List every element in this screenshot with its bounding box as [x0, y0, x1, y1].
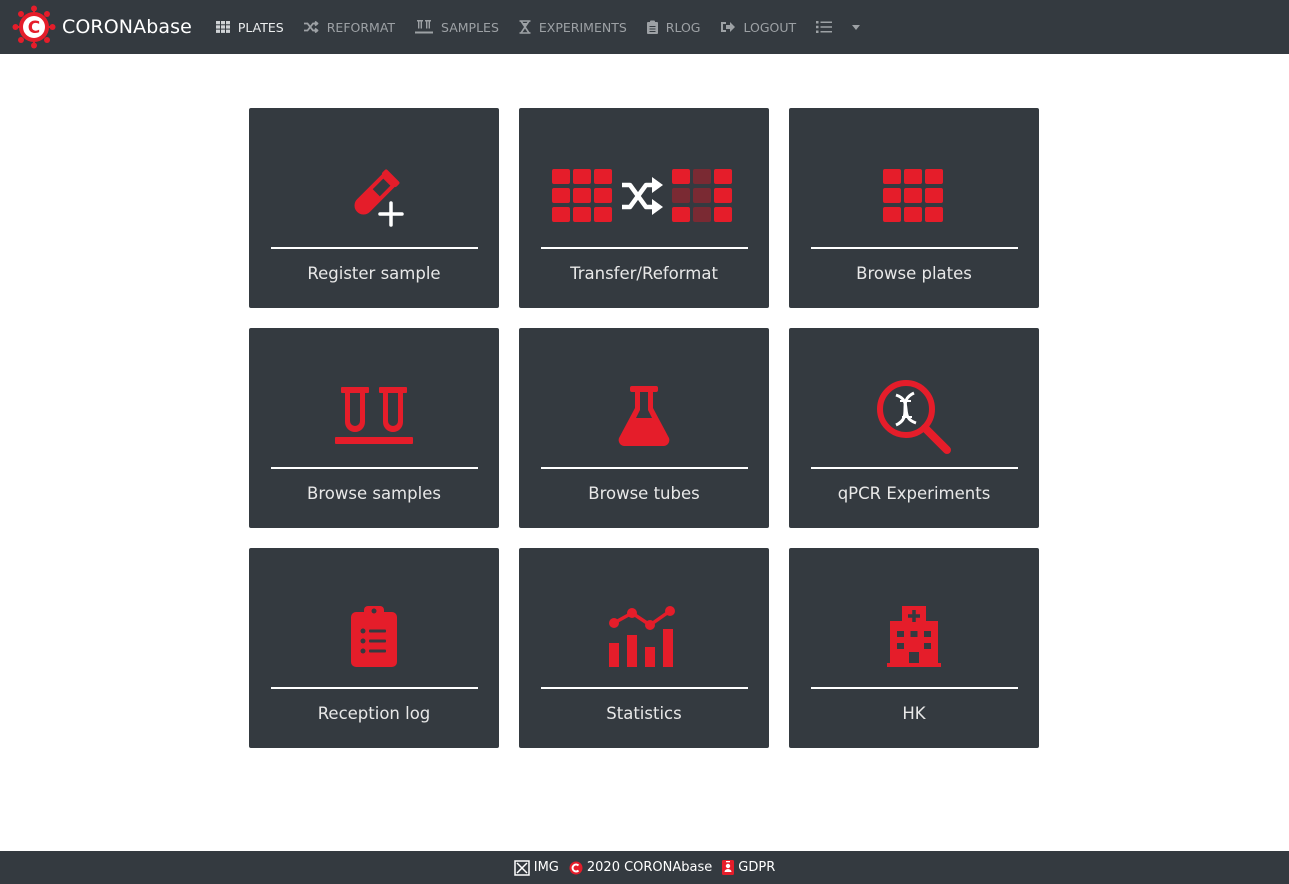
- card-label: Register sample: [307, 264, 441, 283]
- card-browse-plates[interactable]: Browse plates: [789, 108, 1039, 308]
- grid-icon: [215, 21, 230, 33]
- card-divider: [271, 467, 478, 469]
- nav-plates[interactable]: PLATES: [215, 19, 284, 35]
- dashboard-grid: Register sample Transfer/Reformat Browse…: [249, 108, 1039, 748]
- clipboard-icon: [646, 20, 658, 34]
- card-label: qPCR Experiments: [837, 484, 991, 503]
- card-label: Transfer/Reformat: [570, 264, 718, 283]
- clipboard-list-icon: [351, 606, 397, 667]
- list-icon: [816, 21, 833, 33]
- shuffle-icon: [303, 21, 319, 33]
- nav-logout-label: LOGOUT: [743, 19, 797, 35]
- chevron-down-icon: [852, 24, 861, 30]
- brand-name: CORONAbase: [62, 16, 192, 38]
- nav-samples[interactable]: SAMPLES: [415, 20, 499, 35]
- sign-out-icon: [720, 22, 735, 32]
- footer-img-link[interactable]: IMG: [514, 859, 559, 876]
- card-divider: [541, 247, 748, 249]
- card-label: Browse plates: [856, 264, 972, 283]
- tubes-rack-icon: [335, 387, 413, 444]
- footer-gdpr-label: GDPR: [738, 860, 776, 875]
- card-divider: [541, 467, 748, 469]
- nav-logout[interactable]: LOGOUT: [720, 19, 797, 35]
- footer-gdpr-link[interactable]: GDPR: [722, 860, 775, 875]
- tubes-icon: [415, 20, 434, 34]
- bar-line-chart-icon: [609, 606, 675, 667]
- footer-img-label: IMG: [533, 860, 559, 875]
- nav-rlog-label: RLOG: [665, 19, 701, 35]
- virus-logo-small-icon: [569, 861, 583, 874]
- card-register-sample[interactable]: Register sample: [249, 108, 499, 308]
- dna-search-icon: [877, 380, 951, 454]
- hospital-icon: [887, 606, 941, 667]
- card-divider: [271, 247, 478, 249]
- hourglass-icon: [519, 20, 531, 34]
- card-label: Reception log: [317, 704, 431, 723]
- card-label: Browse tubes: [588, 484, 700, 503]
- nav-reformat-label: REFORMAT: [326, 19, 396, 35]
- nav-samples-label: SAMPLES: [441, 19, 499, 35]
- nav-experiments[interactable]: EXPERIMENTS: [519, 20, 627, 35]
- card-statistics[interactable]: Statistics: [519, 548, 769, 748]
- footer: IMG 2020 CORONAbase GDPR: [0, 851, 1289, 884]
- brand-link[interactable]: C CORONAbase: [12, 5, 192, 49]
- card-divider: [811, 687, 1018, 689]
- img-logo-icon: [514, 859, 530, 876]
- flask-icon: [618, 386, 670, 446]
- card-label: Statistics: [606, 704, 682, 723]
- card-divider: [811, 467, 1018, 469]
- nav-more-dropdown[interactable]: [816, 21, 861, 33]
- nav-reformat[interactable]: REFORMAT: [303, 19, 396, 35]
- plate-grid-icon: [883, 169, 943, 222]
- card-transfer-reformat[interactable]: Transfer/Reformat: [519, 108, 769, 308]
- navbar: C CORONAbase PLATES REFORMAT SAMPLES EXP…: [0, 0, 1289, 54]
- svg-text:C: C: [28, 18, 40, 38]
- plate-transfer-icon: [552, 169, 732, 222]
- card-hk[interactable]: HK: [789, 548, 1039, 748]
- virus-logo-icon: C: [12, 5, 56, 49]
- card-qpcr-experiments[interactable]: qPCR Experiments: [789, 328, 1039, 528]
- footer-copyright-text: 2020 CORONAbase: [586, 860, 713, 875]
- test-tube-plus-icon: [354, 169, 404, 227]
- card-reception-log[interactable]: Reception log: [249, 548, 499, 748]
- nav-plates-label: PLATES: [237, 19, 284, 35]
- card-divider: [541, 687, 748, 689]
- card-label: Browse samples: [307, 484, 441, 503]
- card-browse-samples[interactable]: Browse samples: [249, 328, 499, 528]
- id-badge-icon: [722, 860, 735, 875]
- footer-copyright: 2020 CORONAbase: [569, 860, 712, 875]
- nav-rlog[interactable]: RLOG: [646, 19, 701, 35]
- nav-experiments-label: EXPERIMENTS: [538, 19, 627, 35]
- card-divider: [271, 687, 478, 689]
- card-divider: [811, 247, 1018, 249]
- card-label: HK: [902, 704, 926, 723]
- card-browse-tubes[interactable]: Browse tubes: [519, 328, 769, 528]
